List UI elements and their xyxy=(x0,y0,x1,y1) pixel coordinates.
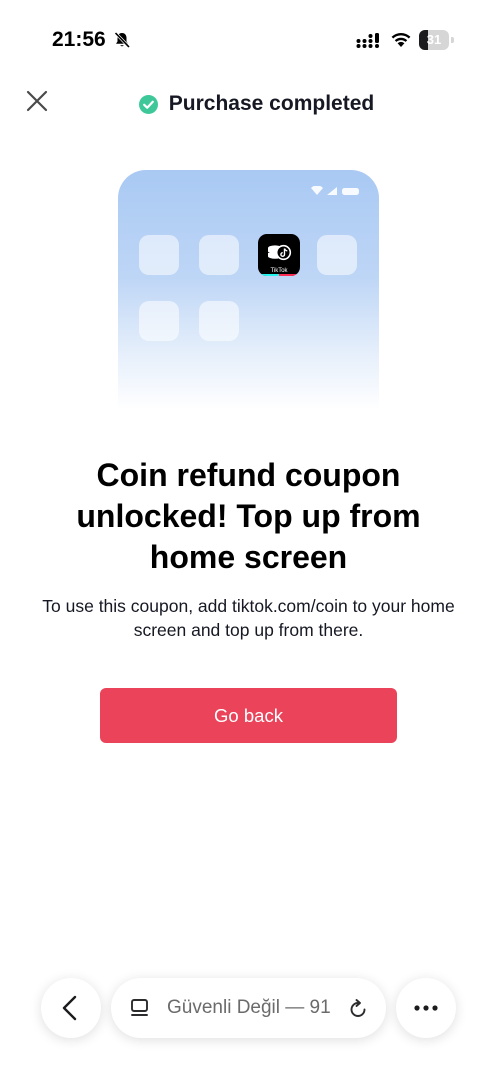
status-bar: 21:56 31 xyxy=(0,0,497,80)
check-circle-icon xyxy=(138,94,158,114)
reload-icon[interactable] xyxy=(347,998,369,1020)
battery-icon: 31 xyxy=(419,30,455,50)
app-placeholder-tile xyxy=(139,301,179,341)
header: Purchase completed xyxy=(0,88,497,120)
signal-icon xyxy=(356,33,379,48)
bell-muted-icon xyxy=(114,31,131,49)
battery-level: 31 xyxy=(426,32,442,47)
tiktok-coin-app-icon: TikTok xyxy=(258,234,300,276)
status-time: 21:56 xyxy=(52,28,106,51)
go-back-button[interactable]: Go back xyxy=(100,688,397,743)
more-options-button[interactable] xyxy=(396,978,456,1038)
chevron-left-icon xyxy=(62,995,77,1021)
battery-body: 31 xyxy=(419,30,449,50)
battery-tip xyxy=(451,37,454,43)
app-placeholder-tile xyxy=(317,235,357,275)
page-title: Purchase completed xyxy=(168,92,375,115)
brand-stripe xyxy=(258,274,300,276)
app-placeholder-tile xyxy=(199,235,239,275)
tabs-icon xyxy=(131,999,148,1016)
home-screen-illustration: TikTok xyxy=(118,170,379,410)
mini-status-icons xyxy=(311,186,359,195)
app-placeholder-tile xyxy=(139,235,179,275)
browser-back-button[interactable] xyxy=(41,978,101,1038)
more-dots-icon xyxy=(414,1005,438,1011)
description: To use this coupon, add tiktok.com/coin … xyxy=(42,596,455,640)
wifi-icon xyxy=(391,32,411,47)
address-text: Güvenli Değil — 91 xyxy=(167,997,331,1018)
address-bar[interactable]: Güvenli Değil — 91 xyxy=(111,978,386,1038)
headline: Coin refund coupon unlocked! Top up from… xyxy=(76,457,421,575)
app-placeholder-tile xyxy=(199,301,239,341)
